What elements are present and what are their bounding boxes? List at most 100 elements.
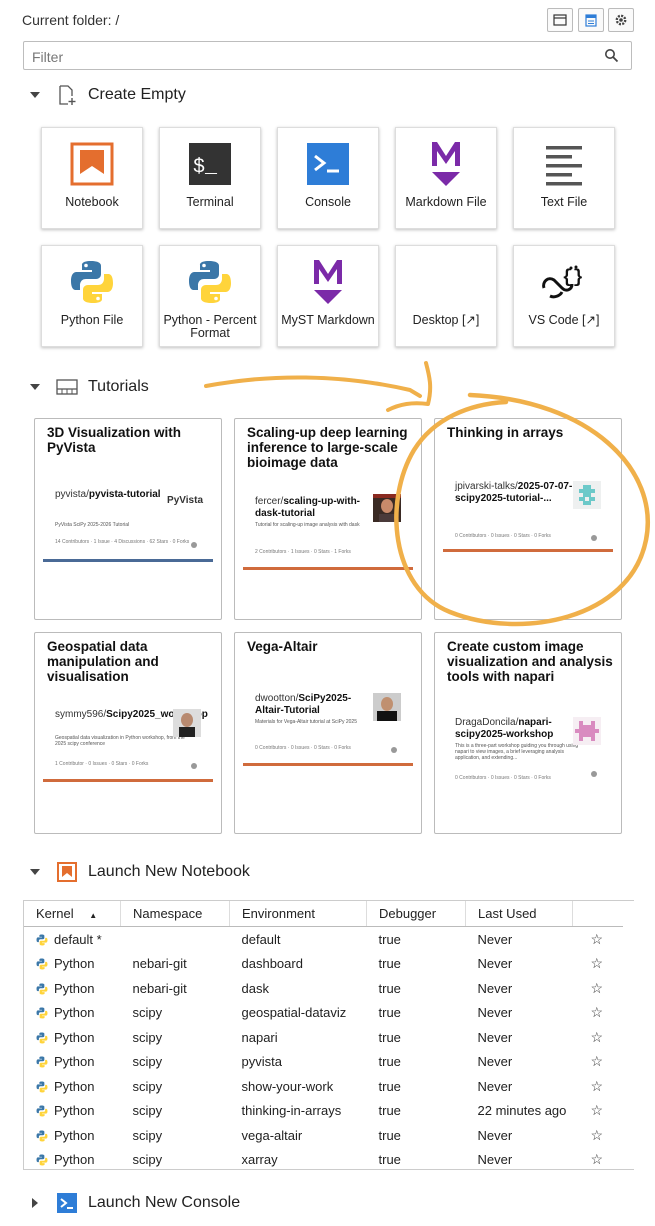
repo-preview: symmy596/Scipy2025_workshop Geospatial d… [43,709,213,789]
repo-bar [243,763,413,766]
search-icon [605,49,619,63]
star-icon[interactable]: ☆ [591,1053,604,1069]
repo-name: pyvista/pyvista-tutorial [55,489,161,500]
file-browser-toolbar: Current folder: / [22,8,634,34]
table-row[interactable]: Python scipy napari true Never ☆ [24,1025,623,1050]
filter-input[interactable] [30,46,594,68]
create-empty-header[interactable]: Create Empty [24,81,186,109]
namespace-cell: scipy [132,1103,163,1119]
repo-name: dwootton/SciPy2025-Altair-Tutorial [255,693,352,716]
vscode-icon: {} [540,258,588,306]
tutorial-card-napari[interactable]: Create custom image visualization and an… [434,632,622,834]
repo-name: symmy596/Scipy2025_workshop [55,709,208,720]
github-icon [591,535,597,541]
star-icon[interactable]: ☆ [591,1004,604,1020]
repo-bar [43,779,213,782]
environment-cell: default [241,931,281,947]
annotation-arrow-line [204,375,422,398]
table-row[interactable]: Python scipy geospatial-dataviz true Nev… [24,1001,623,1026]
python-file-label: Python File [60,313,124,327]
table-row[interactable]: Python scipy thinking-in-arrays true 22 … [24,1099,623,1124]
table-row[interactable]: Python scipy pyvista true Never ☆ [24,1050,623,1075]
namespace-cell: scipy [132,1054,163,1070]
tutorial-card-thinking-in-arrays[interactable]: Thinking in arrays jpivarski-talks/2025-… [434,418,622,620]
python-icon [36,1130,48,1142]
avatar [373,494,401,522]
kernel-table: Kernel ▲ Namespace Environment Debugger … [23,900,634,1170]
tutorial-title: 3D Visualization with PyVista [47,425,182,455]
repo-preview: fercer/scaling-up-with-dask-tutorial Tut… [243,494,413,574]
column-header-kernel[interactable]: Kernel ▲ [24,901,121,927]
kernel-name: Python [54,1054,95,1070]
settings-button[interactable] [608,8,634,32]
repo-preview: dwootton/SciPy2025-Altair-Tutorial Mater… [243,693,413,773]
terminal-card[interactable]: $_ Terminal [159,127,261,229]
star-icon[interactable]: ☆ [591,1102,604,1118]
repo-bar [243,567,413,570]
python-file-card[interactable]: Python File [41,245,143,347]
tutorial-title: Thinking in arrays [447,425,564,440]
tutorial-card-vega-altair[interactable]: Vega-Altair dwootton/SciPy2025-Altair-Tu… [234,632,422,834]
star-icon[interactable]: ☆ [591,1029,604,1045]
launch-notebook-label: Launch New Notebook [88,863,250,880]
kernel-name: Python [54,980,95,996]
tutorials-header[interactable]: Tutorials [24,373,149,401]
namespace-cell: scipy [132,1127,163,1143]
last-used-cell: Never [477,956,513,972]
last-used-cell: Never [477,1078,513,1094]
tutorial-card-geospatial[interactable]: Geospatial data manipulation and visuali… [34,632,222,834]
table-row[interactable]: Python nebari-git dask true Never ☆ [24,976,623,1001]
python-icon [36,1007,48,1019]
kernel-name: default * [54,931,102,947]
vscode-card[interactable]: {} VS Code [↗] [513,245,615,347]
last-used-cell: Never [477,1054,513,1070]
console-card[interactable]: Console [277,127,379,229]
tutorial-title: Create custom image visualization and an… [447,639,613,684]
new-file-icon [56,84,78,106]
table-row[interactable]: default * default true Never ☆ [24,927,623,952]
table-row[interactable]: Python nebari-git dashboard true Never ☆ [24,952,623,977]
python-icon [68,258,116,306]
python-percent-card[interactable]: Python - Percent Format [159,245,261,347]
console-icon [304,140,352,188]
desktop-card[interactable]: Desktop [↗] [395,245,497,347]
tutorial-card-scaling-up[interactable]: Scaling-up deep learning inference to la… [234,418,422,620]
star-icon[interactable]: ☆ [591,955,604,971]
pyvista-logo: PyVista [167,495,203,506]
star-icon[interactable]: ☆ [591,980,604,996]
last-used-cell: Never [477,1152,513,1168]
star-icon[interactable]: ☆ [591,931,604,947]
launch-notebook-header[interactable]: Launch New Notebook [24,858,250,886]
repo-description: Geospatial data visualization in Python … [55,735,185,747]
myst-markdown-card[interactable]: MyST Markdown [277,245,379,347]
python-icon [36,1105,48,1117]
table-row[interactable]: Python scipy show-your-work true Never ☆ [24,1074,623,1099]
column-header-last-used[interactable]: Last Used [465,901,573,927]
tutorial-title: Vega-Altair [247,639,318,654]
tutorial-card-pyvista[interactable]: 3D Visualization with PyVista pyvista/py… [34,418,222,620]
calendar-button[interactable] [578,8,604,32]
star-icon[interactable]: ☆ [591,1127,604,1143]
column-header-namespace[interactable]: Namespace [120,901,230,927]
star-icon[interactable]: ☆ [591,1151,604,1167]
table-row[interactable]: Python scipy vega-altair true Never ☆ [24,1123,623,1148]
star-icon[interactable]: ☆ [591,1078,604,1094]
console-icon [56,1192,78,1214]
window-icon [553,14,567,26]
kernel-table-header: Kernel ▲ Namespace Environment Debugger … [24,901,623,927]
markdown-file-card[interactable]: Markdown File [395,127,497,229]
layout-toggle-button[interactable] [547,8,573,32]
launch-console-header[interactable]: Launch New Console [24,1189,240,1217]
filter-field[interactable] [23,41,632,70]
debugger-cell: true [378,1103,401,1119]
table-row[interactable]: Python scipy xarray true Never ☆ [24,1148,623,1170]
text-file-card[interactable]: Text File [513,127,615,229]
notebook-card[interactable]: Notebook [41,127,143,229]
kernel-name: Python [54,1127,95,1143]
notebook-icon [68,140,116,188]
column-header-environment[interactable]: Environment [229,901,367,927]
myst-icon [304,258,352,306]
tutorials-icon [56,376,78,398]
column-header-debugger[interactable]: Debugger [366,901,466,927]
desktop-label: Desktop [↗] [412,313,480,327]
